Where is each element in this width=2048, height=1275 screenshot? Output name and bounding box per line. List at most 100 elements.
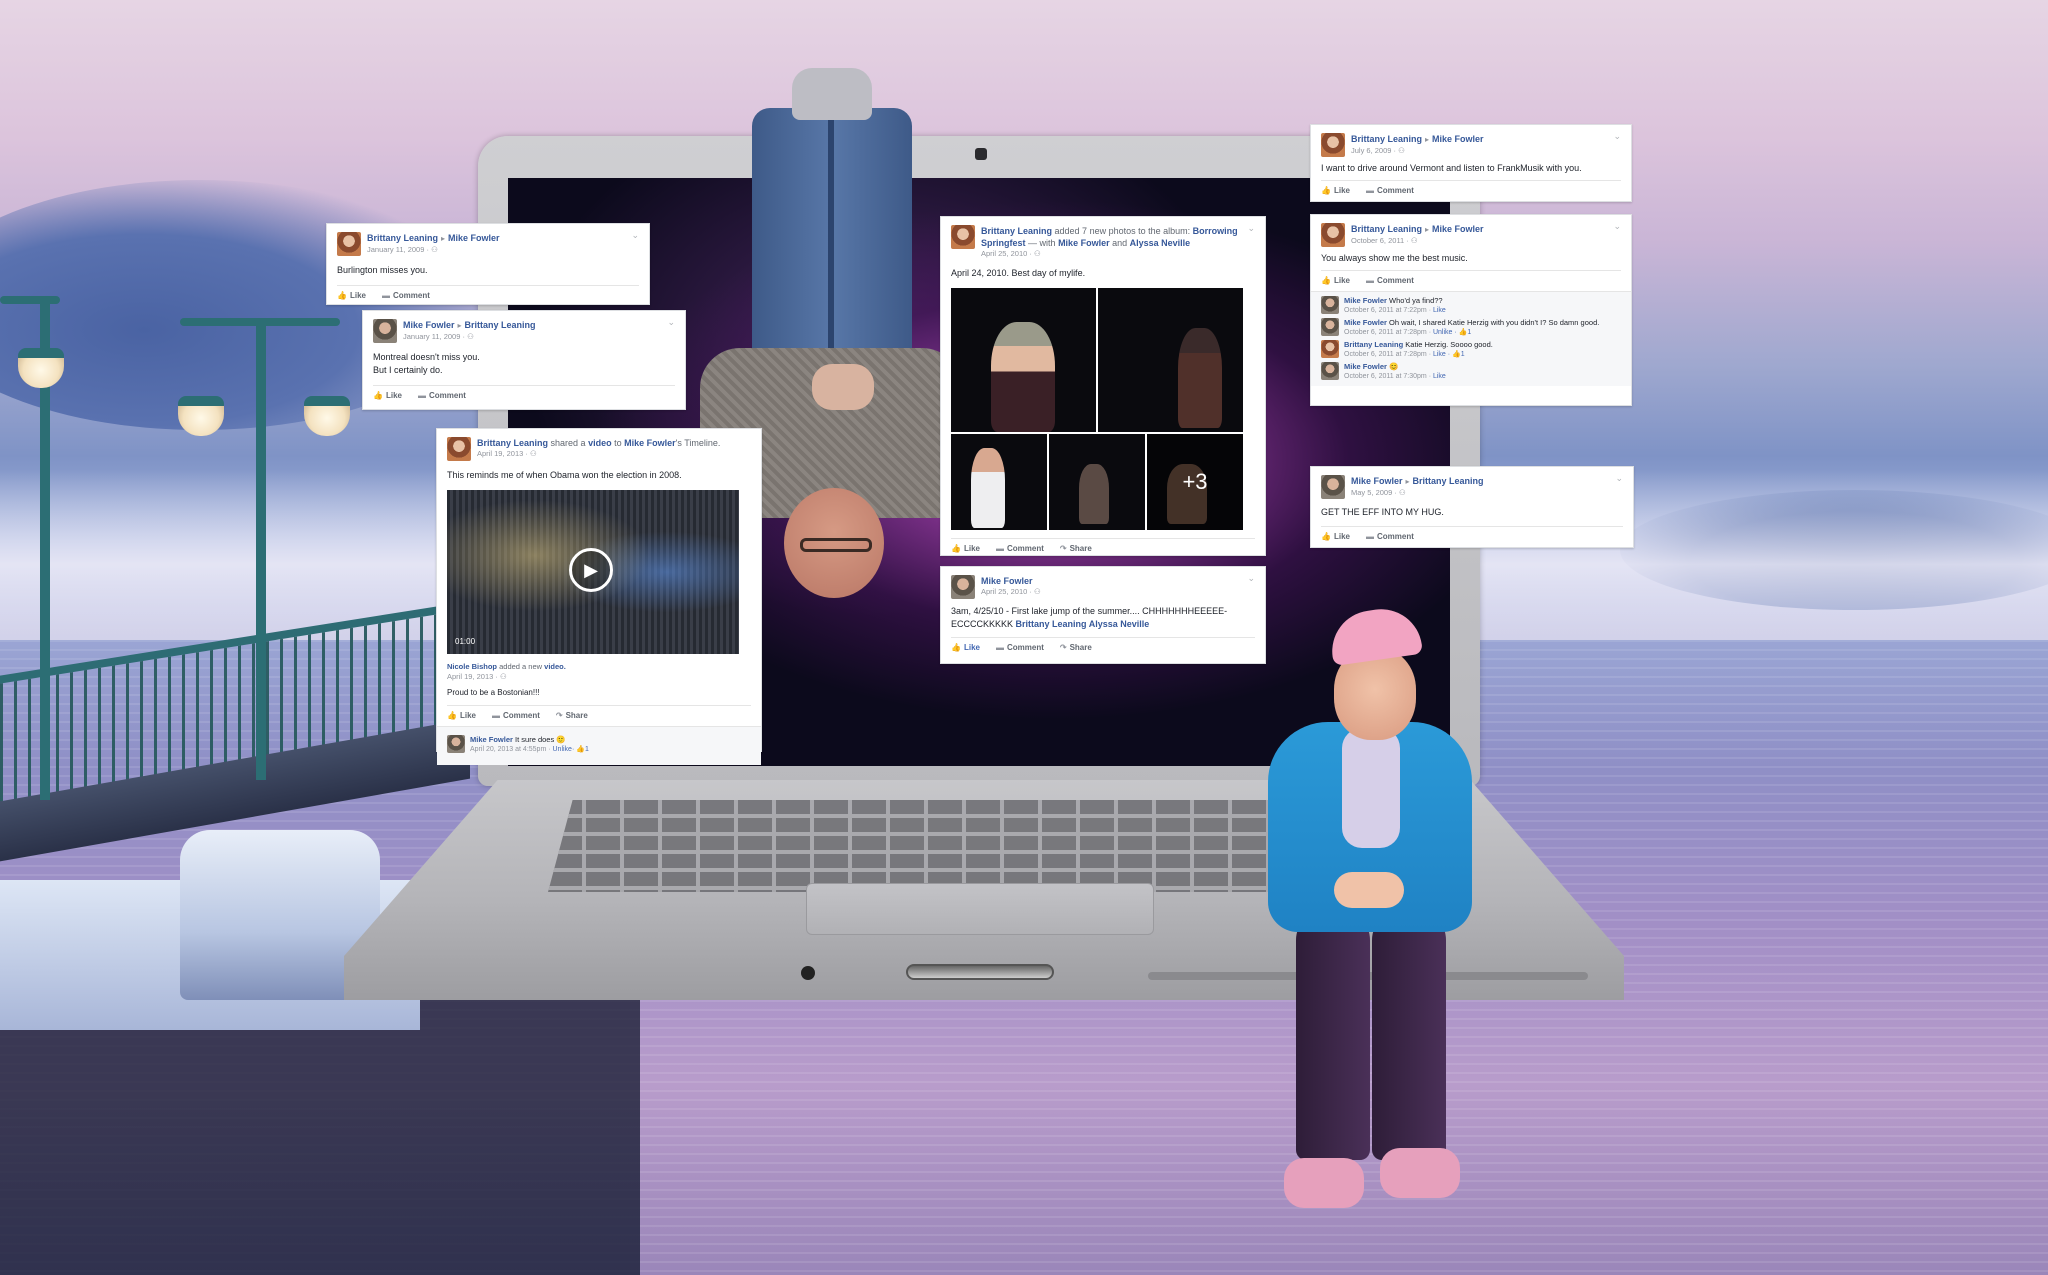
video-player[interactable]: ▶ 01:00 [447, 490, 739, 654]
comment-button[interactable]: ▬ Comment [1366, 532, 1414, 541]
target-link[interactable]: Mike Fowler [1432, 224, 1484, 234]
comment-author[interactable]: Brittany Leaning [1344, 340, 1403, 349]
author-link[interactable]: Mike Fowler [403, 320, 455, 330]
comment-button[interactable]: ▬ Comment [996, 643, 1044, 652]
target-link[interactable]: Mike Fowler [624, 438, 676, 448]
avatar[interactable] [373, 319, 397, 343]
tagged-people[interactable]: Brittany Leaning Alyssa Neville [1016, 619, 1150, 629]
chevron-down-icon[interactable]: ⌄ [667, 317, 675, 328]
comment-label: Comment [1376, 532, 1414, 541]
avatar[interactable] [1321, 362, 1339, 380]
video-link[interactable]: video [588, 438, 612, 448]
photo-1[interactable] [951, 288, 1096, 432]
avatar[interactable] [1321, 340, 1339, 358]
post-date[interactable]: October 6, 2011 · ⚇ [1351, 236, 1484, 246]
avatar[interactable] [1321, 296, 1339, 314]
unlike-link[interactable]: Unlike [553, 746, 572, 753]
post-date[interactable]: January 11, 2009 · ⚇ [367, 245, 500, 255]
author-link[interactable]: Brittany Leaning [477, 438, 548, 448]
chevron-down-icon[interactable]: ⌄ [1613, 221, 1621, 232]
avatar[interactable] [1321, 318, 1339, 336]
comment-button[interactable]: ▬ Comment [418, 391, 466, 400]
avatar[interactable] [951, 225, 975, 249]
avatar[interactable] [1321, 133, 1345, 157]
target-link[interactable]: Brittany Leaning [1413, 476, 1484, 486]
like-button[interactable]: 👍 Like [337, 291, 366, 300]
like-link[interactable]: Like [1433, 373, 1446, 380]
comment-author[interactable]: Mike Fowler [1344, 362, 1387, 371]
photo-2[interactable] [1098, 288, 1243, 432]
comment-icon: ▬ [995, 643, 1004, 652]
shared-video-link[interactable]: video. [544, 662, 566, 671]
chevron-down-icon[interactable]: ⌄ [1247, 223, 1255, 234]
chevron-down-icon[interactable]: ⌄ [1613, 131, 1621, 142]
comment-button[interactable]: ▬ Comment [382, 291, 430, 300]
like-count[interactable]: · 👍1 [1446, 351, 1465, 358]
comment-author[interactable]: Mike Fowler [470, 735, 513, 744]
share-button[interactable]: ↷ Share [1060, 544, 1092, 553]
like-count[interactable]: · 👍1 [1452, 329, 1471, 336]
woman-right-leg [1372, 910, 1446, 1160]
like-button[interactable]: 👍 Like [1321, 532, 1350, 541]
post-date[interactable]: April 25, 2010 · ⚇ [981, 249, 1251, 259]
comment-date[interactable]: April 20, 2013 at 4:55pm · [470, 746, 553, 753]
chevron-down-icon[interactable]: ⌄ [1247, 573, 1255, 584]
post-date[interactable]: January 11, 2009 · ⚇ [403, 332, 536, 342]
comment-author[interactable]: Mike Fowler [1344, 296, 1387, 305]
like-link[interactable]: Like [1433, 307, 1446, 314]
avatar[interactable] [447, 437, 471, 461]
chevron-down-icon[interactable]: ⌄ [1615, 473, 1623, 484]
like-button[interactable]: 👍 Like [1321, 186, 1350, 195]
sitting-woman [1260, 603, 1480, 1220]
author-link[interactable]: Brittany Leaning [1351, 134, 1422, 144]
like-count[interactable]: · 👍1 [572, 746, 589, 753]
share-button[interactable]: ↷ Share [1060, 643, 1092, 652]
comment-item: Brittany Leaning Katie Herzig. Soooo goo… [1321, 340, 1621, 360]
tag-link-2[interactable]: Alyssa Neville [1130, 238, 1191, 248]
post-date[interactable]: May 5, 2009 · ⚇ [1351, 488, 1484, 498]
shared-author-link[interactable]: Nicole Bishop [447, 662, 497, 671]
tag-link-1[interactable]: Mike Fowler [1058, 238, 1110, 248]
share-button[interactable]: ↷ Share [556, 711, 588, 720]
shared-date[interactable]: April 19, 2013 · ⚇ [447, 672, 751, 682]
post-date[interactable]: July 6, 2009 · ⚇ [1351, 146, 1484, 156]
like-button[interactable]: 👍 Like [447, 711, 476, 720]
target-link[interactable]: Mike Fowler [1432, 134, 1484, 144]
avatar[interactable] [337, 232, 361, 256]
lamp-arm-right [180, 318, 340, 326]
comment-button[interactable]: ▬ Comment [492, 711, 540, 720]
comment-button[interactable]: ▬ Comment [1366, 186, 1414, 195]
avatar[interactable] [447, 735, 465, 753]
comment-date[interactable]: October 6, 2011 at 7:22pm · [1344, 307, 1433, 314]
photo-3[interactable] [951, 434, 1047, 530]
play-icon[interactable]: ▶ [569, 548, 613, 592]
photo-4[interactable] [1049, 434, 1145, 530]
chevron-down-icon[interactable]: ⌄ [631, 230, 639, 241]
author-link[interactable]: Brittany Leaning [981, 226, 1052, 236]
author-link[interactable]: Mike Fowler [1351, 476, 1403, 486]
avatar[interactable] [1321, 223, 1345, 247]
post-date[interactable]: April 25, 2010 · ⚇ [981, 587, 1041, 597]
more-photos-overlay[interactable]: +3 [1147, 434, 1243, 530]
target-link[interactable]: Mike Fowler [448, 233, 500, 243]
avatar[interactable] [1321, 475, 1345, 499]
comment-date[interactable]: October 6, 2011 at 7:30pm · [1344, 373, 1433, 380]
post-date[interactable]: April 19, 2013 · ⚇ [477, 449, 720, 459]
like-button[interactable]: 👍 Like [373, 391, 402, 400]
comment-button[interactable]: ▬ Comment [996, 544, 1044, 553]
comment-date[interactable]: October 6, 2011 at 7:28pm · [1344, 329, 1433, 336]
comment-button[interactable]: ▬ Comment [1366, 276, 1414, 285]
unlike-link[interactable]: Unlike [1433, 329, 1452, 336]
author-link[interactable]: Brittany Leaning [1351, 224, 1422, 234]
author-link[interactable]: Brittany Leaning [367, 233, 438, 243]
author-link[interactable]: Mike Fowler [981, 576, 1033, 586]
photo-5[interactable]: +3 [1147, 434, 1243, 530]
comment-date[interactable]: October 6, 2011 at 7:28pm · [1344, 351, 1433, 358]
like-button[interactable]: 👍 Like [951, 544, 980, 553]
comment-author[interactable]: Mike Fowler [1344, 318, 1387, 327]
target-link[interactable]: Brittany Leaning [465, 320, 536, 330]
like-link[interactable]: Like [1433, 351, 1446, 358]
like-button[interactable]: 👍 Like [1321, 276, 1350, 285]
avatar[interactable] [951, 575, 975, 599]
like-button[interactable]: 👍 Like [951, 643, 980, 652]
